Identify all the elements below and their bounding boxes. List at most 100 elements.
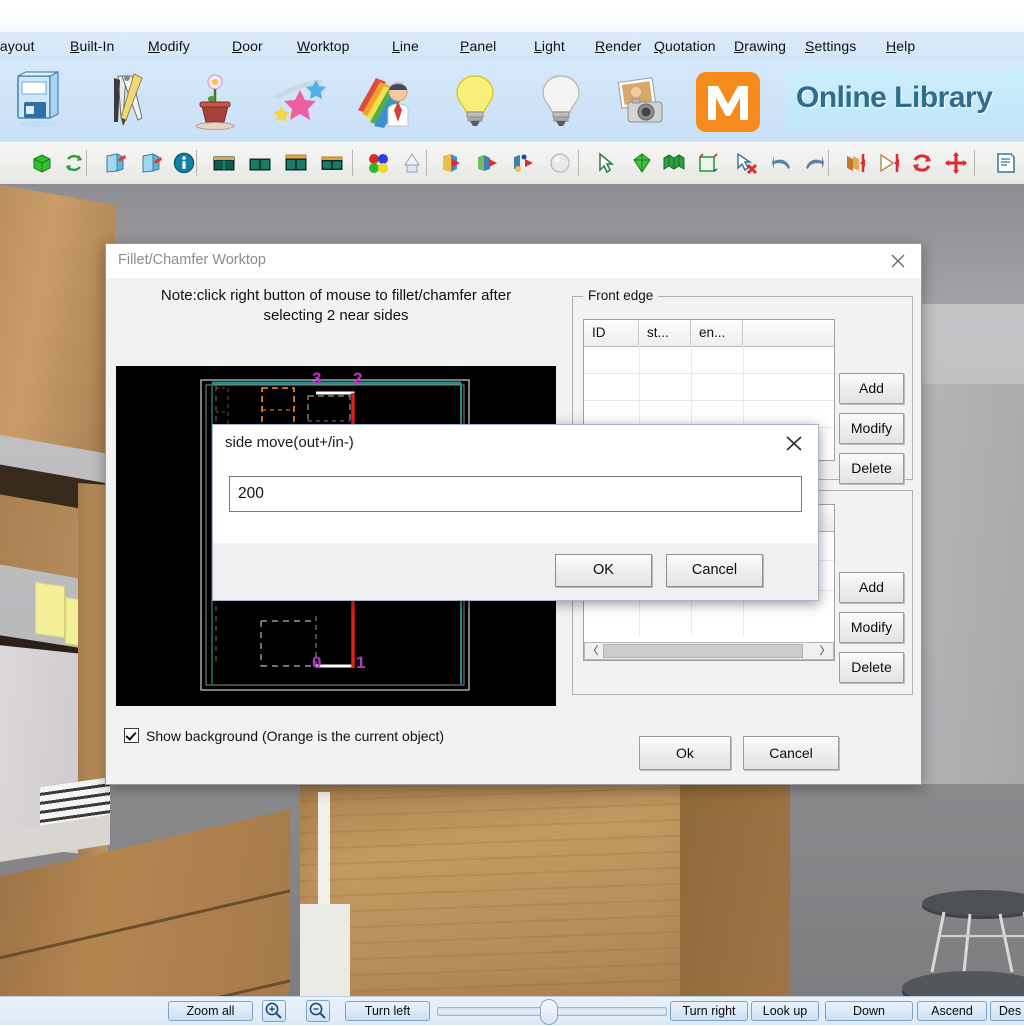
turn-right-button[interactable]: Turn right — [670, 1001, 748, 1021]
info-icon[interactable] — [172, 151, 196, 175]
wall-paint-right-icon[interactable] — [140, 151, 164, 175]
photo-camera-icon[interactable] — [610, 70, 676, 134]
down-button[interactable]: Down — [825, 1001, 913, 1021]
render-next-icon[interactable] — [512, 151, 536, 175]
menu-bar: Layout Built-In Modify Door Worktop Line… — [0, 32, 1024, 61]
dialog-title: Fillet/Chamfer Worktop — [118, 252, 266, 268]
wall-cabinet-upper[interactable] — [0, 184, 115, 456]
scroll-right-icon[interactable]: 〉 — [817, 643, 833, 659]
island-wood-grain — [300, 784, 700, 996]
menu-item-worktop[interactable]: Worktop — [297, 36, 350, 56]
front-edge-col-end[interactable]: en... — [691, 320, 743, 345]
stars-effect-icon[interactable] — [268, 70, 334, 134]
show-background-checkbox-row[interactable]: Show background (Orange is the current o… — [124, 728, 444, 744]
dialog-cancel-button[interactable]: Cancel — [743, 736, 839, 770]
rotate-icon[interactable] — [910, 151, 934, 175]
bar-stool-2[interactable] — [900, 964, 1024, 996]
cabinet-double-icon[interactable] — [212, 151, 236, 175]
second-edge-add-button[interactable]: Add — [839, 572, 904, 603]
wall-paint-left-icon[interactable] — [104, 151, 128, 175]
front-edge-col-blank[interactable] — [743, 320, 834, 345]
menu-item-line[interactable]: Line — [392, 36, 419, 56]
render-play-icon[interactable] — [440, 151, 464, 175]
green-gem-icon[interactable] — [630, 151, 654, 175]
menu-item-quotation[interactable]: Quotation — [654, 36, 716, 56]
menu-item-door[interactable]: Door — [232, 36, 263, 56]
menu-item-light[interactable]: Light — [534, 36, 565, 56]
recycle-refresh-icon[interactable] — [62, 151, 86, 175]
render-forward-icon[interactable] — [476, 151, 500, 175]
cabinet-3d-icon[interactable] — [6, 70, 72, 134]
front-edge-group-label: Front edge — [583, 288, 659, 303]
dialog-note-line1: Note:click right button of mouse to fill… — [160, 287, 512, 304]
show-background-checkbox[interactable] — [124, 728, 139, 743]
cabinet-wide-icon[interactable] — [248, 151, 272, 175]
modal-title-bar[interactable]: side move(out+/in-) — [213, 425, 818, 462]
ascend-button[interactable]: Ascend — [917, 1001, 987, 1021]
menu-item-help[interactable]: Help — [886, 36, 915, 56]
front-edge-col-id[interactable]: ID — [584, 320, 639, 345]
front-edge-col-start[interactable]: st... — [639, 320, 691, 345]
right-wall-shadow — [915, 384, 1024, 784]
menu-item-panel[interactable]: Panel — [460, 36, 496, 56]
front-edge-add-button[interactable]: Add — [839, 373, 904, 404]
cabinet-base-icon[interactable] — [320, 151, 344, 175]
menu-item-render[interactable]: Render — [595, 36, 642, 56]
scroll-left-icon[interactable]: 〈 — [585, 643, 601, 659]
undo-icon[interactable] — [770, 151, 794, 175]
menu-item-modify[interactable]: Modify — [148, 36, 190, 56]
zoom-all-button[interactable]: Zoom all — [168, 1001, 253, 1021]
sphere-render-icon[interactable] — [548, 151, 572, 175]
scroll-thumb[interactable] — [603, 644, 803, 658]
select-arrow-icon[interactable] — [594, 151, 618, 175]
bar-stool-1[interactable] — [920, 884, 1024, 974]
second-edge-modify-button[interactable]: Modify — [839, 612, 904, 643]
align-mirror-icon[interactable] — [844, 151, 868, 175]
color-dots-icon[interactable] — [366, 151, 390, 175]
close-icon[interactable] — [885, 250, 911, 272]
second-edge-hscrollbar[interactable]: 〈 〉 — [584, 642, 834, 660]
menu-item-built-in[interactable]: Built-In — [70, 36, 114, 56]
side-move-input[interactable] — [229, 476, 802, 512]
plant-pot-icon[interactable] — [182, 70, 248, 134]
modal-cancel-button[interactable]: Cancel — [666, 554, 763, 587]
modal-input-area — [213, 461, 818, 544]
front-edge-modify-button[interactable]: Modify — [839, 413, 904, 444]
lampshade-icon[interactable] — [400, 151, 424, 175]
modal-ok-button[interactable]: OK — [555, 554, 652, 587]
drafting-tools-icon[interactable] — [96, 70, 162, 134]
turn-left-button[interactable]: Turn left — [345, 1001, 430, 1021]
front-edge-delete-button[interactable]: Delete — [839, 453, 904, 484]
side-move-modal: side move(out+/in-) OK Cancel — [212, 424, 819, 601]
white-lightbulb-icon[interactable] — [528, 70, 594, 134]
window-top-strip — [0, 0, 1024, 32]
copy-frame-icon[interactable] — [696, 151, 720, 175]
dialog-title-bar[interactable]: Fillet/Chamfer Worktop — [106, 244, 921, 279]
zoom-in-icon[interactable] — [262, 1000, 286, 1022]
modal-footer: OK Cancel — [213, 543, 818, 599]
online-library-banner-text: Online Library — [796, 81, 993, 114]
color-palette-person-icon[interactable] — [354, 70, 420, 134]
move-cross-icon[interactable] — [944, 151, 968, 175]
delete-arrow-icon[interactable] — [734, 151, 758, 175]
rotation-slider-thumb[interactable] — [540, 999, 558, 1025]
menu-item-settings[interactable]: Settings — [805, 36, 856, 56]
dialog-ok-button[interactable]: Ok — [639, 736, 731, 770]
zoom-out-icon[interactable] — [306, 1000, 330, 1022]
online-library-banner[interactable]: Online Library — [786, 68, 1024, 130]
document-icon[interactable] — [994, 151, 1018, 175]
yellow-lightbulb-icon[interactable] — [442, 70, 508, 134]
menu-item-drawing[interactable]: Drawing — [734, 36, 786, 56]
look-up-button[interactable]: Look up — [751, 1001, 819, 1021]
cabinet-tall-icon[interactable] — [284, 151, 308, 175]
redo-icon[interactable] — [802, 151, 826, 175]
cad-vertex-label-1: 1 — [356, 653, 365, 672]
second-edge-delete-button[interactable]: Delete — [839, 652, 904, 683]
book-open-icon[interactable] — [662, 151, 686, 175]
online-library-logo[interactable] — [692, 70, 764, 134]
flip-icon[interactable] — [878, 151, 902, 175]
menu-item-layout[interactable]: Layout — [0, 36, 35, 56]
descend-button[interactable]: Des — [990, 1001, 1024, 1021]
green-cube-icon[interactable] — [30, 151, 54, 175]
close-icon[interactable] — [782, 433, 806, 453]
